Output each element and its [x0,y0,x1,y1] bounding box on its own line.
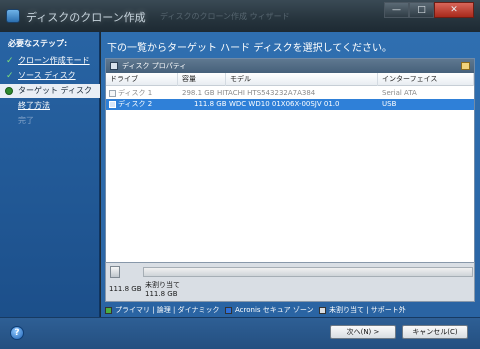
cell-capacity: 298.1 GB [182,89,215,97]
legend-label: 未割り当て | サポート外 [329,306,406,314]
cell-model: WDC WD10 01X06X-00SJV 01.0 [229,100,340,108]
legend-item: Acronis セキュア ゾーン [225,305,314,315]
current-step-icon [5,87,13,95]
properties-icon [110,62,118,70]
table-row[interactable]: ディスク 2 111.8 GB WDC WD10 01X06X-00SJV 01… [106,99,474,110]
legend-item: プライマリ | 論理 | ダイナミック [105,305,219,315]
instruction-text: 下の一覧からターゲット ハード ディスクを選択してください。 [107,43,393,54]
wizard-steps-sidebar: 必要なステップ: ✓ クローン作成モード ✓ ソース ディスク ターゲット ディ… [0,32,100,317]
legend-swatch [319,306,326,314]
step-target-disk[interactable]: ターゲット ディスク [0,84,100,98]
table-row[interactable]: ディスク 1 298.1 GB HITACHI HTS543232A7A384 … [106,88,474,99]
cell-drive: ディスク 2 [118,100,153,108]
partition-size: 111.8 GB [145,290,178,298]
app-icon [6,9,20,23]
step-source-disk[interactable]: ✓ ソース ディスク [0,69,100,83]
cell-interface: USB [382,100,397,108]
step-label: ターゲット ディスク [18,86,92,95]
help-icon[interactable]: ? [10,326,24,340]
checkmark-icon: ✓ [6,71,14,81]
disk-size: 111.8 GB [109,285,142,293]
legend-label: Acronis セキュア ゾーン [235,306,314,314]
disk-properties-label: ディスク プロパティ [122,62,187,70]
partition-label: 未割り当て [145,281,180,289]
table-header: ドライブ 容量 モデル インターフェイス [106,73,474,86]
legend-label: プライマリ | 論理 | ダイナミック [115,306,220,314]
cell-model: HITACHI HTS543232A7A384 [217,89,316,97]
maximize-button[interactable]: □ [409,2,434,18]
step-complete: 完了 [0,114,100,128]
legend-swatch [105,306,112,314]
partition-bar[interactable] [143,267,473,277]
wizard-footer: ? 次へ(N) > キャンセル(C) [0,317,480,349]
column-capacity[interactable]: 容量 [178,73,226,86]
main-panel: 下の一覧からターゲット ハード ディスクを選択してください。 ディスク プロパテ… [101,32,480,317]
disk-map: 111.8 GB 未割り当て 111.8 GB [105,262,475,302]
legend-item: 未割り当て | サポート外 [319,305,406,315]
partition-legend: プライマリ | 論理 | ダイナミック Acronis セキュア ゾーン 未割り… [101,303,480,317]
close-button[interactable]: ✕ [434,2,474,18]
checkmark-icon: ✓ [6,56,14,66]
window-controls: — □ ✕ [384,2,474,18]
cancel-button[interactable]: キャンセル(C) [402,325,468,339]
legend-swatch [225,306,232,314]
minimize-button[interactable]: — [384,2,409,18]
step-label: 完了 [18,116,34,125]
cell-capacity: 111.8 GB [194,100,227,108]
disk-table: ディスク プロパティ ドライブ 容量 モデル インターフェイス ディスク 1 2… [105,58,475,288]
step-finish-method[interactable]: 終了方法 [0,99,100,113]
disk-properties-bar[interactable]: ディスク プロパティ [106,59,474,73]
cell-interface: Serial ATA [382,89,417,97]
window-titlebar[interactable]: ディスクのクローン作成 ディスクのクローン作成 ウィザード — □ ✕ [0,0,480,32]
next-button[interactable]: 次へ(N) > [330,325,396,339]
folder-icon[interactable] [461,62,470,70]
step-label: 終了方法 [18,101,50,110]
step-label: ソース ディスク [18,71,76,80]
step-label: クローン作成モード [18,56,90,65]
window-ghost-text: ディスクのクローン作成 ウィザード [160,12,290,21]
column-interface[interactable]: インターフェイス [378,73,474,86]
window-title: ディスクのクローン作成 [26,11,146,24]
column-model[interactable]: モデル [226,73,378,86]
column-drive[interactable]: ドライブ [106,73,178,86]
cell-drive: ディスク 1 [118,89,153,97]
step-clone-mode[interactable]: ✓ クローン作成モード [0,54,100,68]
steps-heading: 必要なステップ: [8,39,68,48]
hard-disk-icon [110,266,120,278]
